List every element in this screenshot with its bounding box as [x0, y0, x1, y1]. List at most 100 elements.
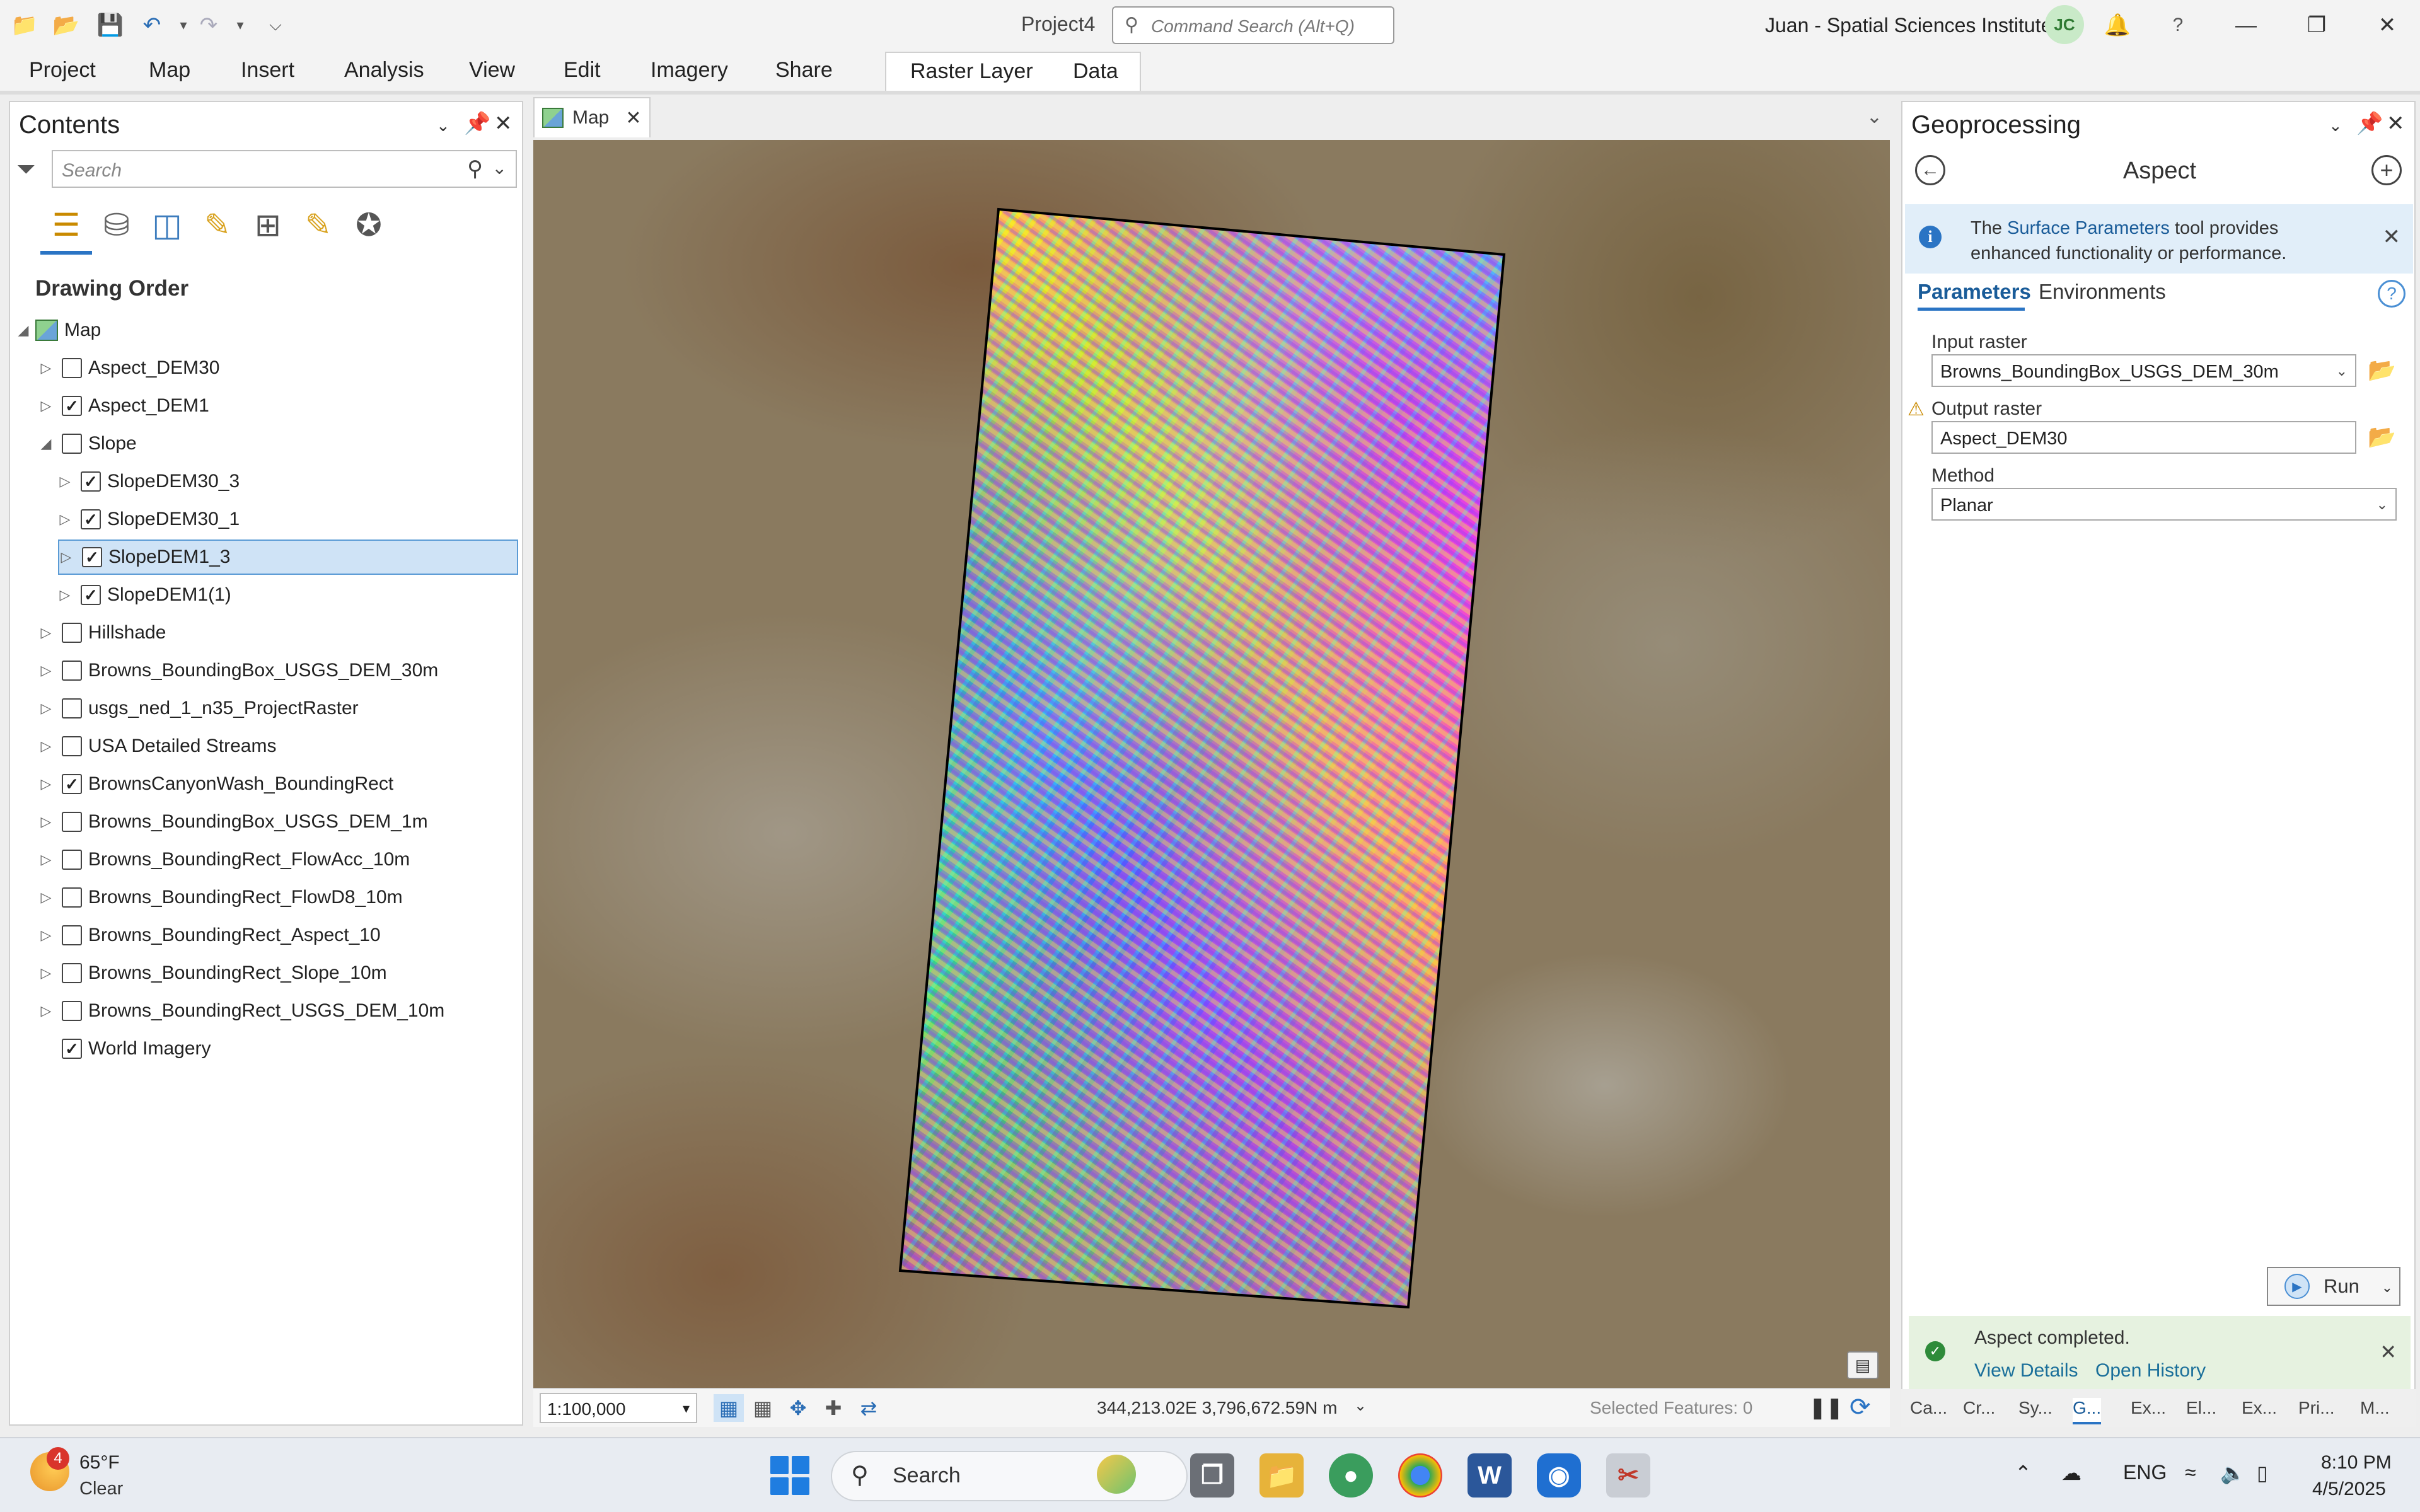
list-by-perspective-imagery-icon[interactable]: ✪ — [348, 204, 390, 246]
expand-triangle-icon[interactable]: ▷ — [39, 889, 53, 906]
visibility-checkbox[interactable]: ✓ — [62, 396, 82, 416]
tab-data[interactable]: Data — [1073, 59, 1118, 84]
tab-imagery[interactable]: Imagery — [651, 58, 728, 83]
map-node[interactable]: ◢ Map — [16, 313, 101, 348]
close-pane-icon[interactable]: ✕ — [2387, 111, 2405, 136]
north-arrow-icon[interactable]: ⇄ — [854, 1394, 884, 1422]
layer-row[interactable]: ▷ ✓ SlopeDEM1_3 — [58, 540, 518, 575]
chevron-down-icon[interactable]: ⌄ — [2382, 1279, 2393, 1296]
layer-row[interactable]: ▷ ✓ SlopeDEM30_1 — [58, 502, 518, 537]
help-icon[interactable]: ? — [2378, 280, 2406, 308]
output-raster-field[interactable]: Aspect_DEM30 — [1931, 421, 2356, 454]
layer-row[interactable]: ▷ Browns_BoundingBox_USGS_DEM_30m — [39, 653, 518, 688]
list-by-selection-icon[interactable]: ◫ — [146, 204, 188, 246]
expand-triangle-icon[interactable]: ▷ — [39, 851, 53, 868]
arcgis-globe-icon[interactable]: ● — [1329, 1453, 1373, 1498]
expand-triangle-icon[interactable]: ▷ — [39, 776, 53, 792]
arcgis-pro-icon[interactable]: ◉ — [1537, 1453, 1581, 1498]
collapse-triangle-icon[interactable]: ◢ — [16, 322, 30, 338]
weather-condition[interactable]: Clear — [79, 1479, 123, 1499]
battery-icon[interactable]: ▯ — [2257, 1461, 2268, 1485]
constraint-icon[interactable]: ✚ — [818, 1394, 848, 1422]
restore-icon[interactable]: ❐ — [2295, 5, 2339, 45]
file-explorer-icon[interactable]: 📁 — [1259, 1453, 1304, 1498]
chevron-down-icon[interactable]: ⌄ — [2336, 363, 2348, 379]
expand-triangle-icon[interactable]: ▷ — [59, 549, 73, 565]
customize-toolbar-icon[interactable]: ⌵ — [261, 13, 290, 38]
browse-folder-icon[interactable]: 📂 — [2368, 425, 2396, 448]
redo-icon[interactable]: ↷ — [194, 13, 223, 38]
expand-triangle-icon[interactable]: ▷ — [39, 360, 53, 376]
layer-row[interactable]: ▷ Browns_BoundingRect_USGS_DEM_10m — [39, 993, 518, 1029]
tab-edit[interactable]: Edit — [564, 58, 601, 83]
run-button[interactable]: ▶ Run ⌄ — [2267, 1267, 2400, 1306]
tab-environments[interactable]: Environments — [2039, 280, 2166, 304]
grid-icon[interactable]: ▦ — [748, 1394, 778, 1422]
list-by-snapping-icon[interactable]: ⊞ — [247, 204, 289, 246]
expand-triangle-icon[interactable]: ▷ — [39, 738, 53, 754]
method-select[interactable]: Planar ⌄ — [1931, 488, 2397, 521]
layer-row[interactable]: ▷ ✓ Aspect_DEM1 — [39, 388, 518, 424]
visibility-checkbox[interactable]: ✓ — [62, 1039, 82, 1059]
tab-view[interactable]: View — [469, 58, 515, 83]
chevron-down-icon[interactable]: ⌄ — [1867, 106, 1882, 128]
expand-triangle-icon[interactable]: ▷ — [58, 587, 72, 603]
layer-row[interactable]: ▷ Browns_BoundingRect_FlowAcc_10m — [39, 842, 518, 877]
dock-tab-create[interactable]: Cr... — [1963, 1398, 1995, 1418]
visibility-checkbox[interactable]: ✓ — [82, 547, 102, 567]
chrome-icon[interactable] — [1398, 1453, 1442, 1498]
word-icon[interactable]: W — [1468, 1453, 1512, 1498]
visibility-checkbox[interactable] — [62, 434, 82, 454]
contents-search-input[interactable]: Search ⚲ ⌄ — [52, 150, 517, 188]
selected-features-count[interactable]: Selected Features: 0 — [1590, 1398, 1752, 1418]
pane-options-dropdown-icon[interactable]: ⌄ — [436, 116, 450, 136]
expand-triangle-icon[interactable]: ▷ — [39, 814, 53, 830]
close-icon[interactable]: ✕ — [2380, 1340, 2397, 1364]
easter-eggs-icon[interactable] — [1097, 1455, 1136, 1494]
fixed-zoom-icon[interactable]: ▦ — [714, 1394, 744, 1422]
expand-triangle-icon[interactable]: ▷ — [39, 700, 53, 717]
visibility-checkbox[interactable]: ✓ — [81, 471, 101, 492]
tab-raster-layer[interactable]: Raster Layer — [910, 59, 1033, 84]
auto-hide-pin-icon[interactable]: 📌 — [464, 111, 490, 136]
browse-folder-icon[interactable]: 📂 — [2368, 359, 2396, 381]
open-history-link[interactable]: Open History — [2095, 1360, 2206, 1382]
minimize-icon[interactable]: — — [2224, 5, 2268, 45]
layer-row[interactable]: ▷ Browns_BoundingBox_USGS_DEM_1m — [39, 804, 518, 840]
visibility-checkbox[interactable] — [62, 850, 82, 870]
visibility-checkbox[interactable] — [62, 887, 82, 908]
layer-row[interactable]: ▷ usgs_ned_1_n35_ProjectRaster — [39, 691, 518, 726]
tab-map[interactable]: Map — [149, 58, 190, 83]
pause-drawing-icon[interactable]: ❚❚ — [1809, 1395, 1843, 1419]
tab-analysis[interactable]: Analysis — [344, 58, 424, 83]
wifi-icon[interactable]: ≈ — [2185, 1461, 2196, 1484]
pane-options-dropdown-icon[interactable]: ⌄ — [2329, 116, 2342, 136]
weather-temperature[interactable]: 65°F — [79, 1452, 120, 1474]
visibility-checkbox[interactable]: ✓ — [62, 774, 82, 794]
dock-tab-explore[interactable]: Ex... — [2131, 1398, 2166, 1418]
clock-time[interactable]: 8:10 PM — [2321, 1452, 2392, 1474]
input-raster-field[interactable]: Browns_BoundingBox_USGS_DEM_30m ⌄ — [1931, 354, 2356, 387]
dock-tab-geoprocessing[interactable]: G... — [2073, 1398, 2102, 1424]
layer-row[interactable]: ▷ Browns_BoundingRect_FlowD8_10m — [39, 880, 518, 915]
chevron-down-icon[interactable]: ▾ — [683, 1400, 690, 1417]
layer-row[interactable]: ▷ USA Detailed Streams — [39, 729, 518, 764]
add-plus-icon[interactable]: + — [2371, 155, 2402, 185]
chevron-up-icon[interactable]: ⌃ — [2015, 1461, 2032, 1485]
dock-tab-print[interactable]: Pri... — [2298, 1398, 2335, 1418]
redo-dropdown-icon[interactable]: ▾ — [226, 13, 255, 38]
auto-hide-pin-icon[interactable]: 📌 — [2356, 111, 2383, 136]
chevron-down-icon[interactable]: ⌄ — [1354, 1397, 1367, 1415]
expand-triangle-icon[interactable]: ▷ — [39, 927, 53, 944]
layer-row[interactable]: ▷ ✓ SlopeDEM1(1) — [58, 577, 518, 613]
expand-triangle-icon[interactable]: ▷ — [58, 473, 72, 490]
dock-tab-more[interactable]: M... — [2360, 1398, 2390, 1418]
volume-icon[interactable]: 🔈 — [2220, 1461, 2245, 1485]
dock-tab-elements[interactable]: El... — [2186, 1398, 2216, 1418]
legend-toggle-icon[interactable]: ▤ — [1847, 1351, 1879, 1379]
view-details-link[interactable]: View Details — [1974, 1360, 2078, 1382]
layer-row[interactable]: ▷ Browns_BoundingRect_Slope_10m — [39, 955, 518, 991]
new-project-icon[interactable]: 📁 — [10, 13, 39, 38]
tab-share[interactable]: Share — [775, 58, 833, 83]
visibility-checkbox[interactable] — [62, 358, 82, 378]
